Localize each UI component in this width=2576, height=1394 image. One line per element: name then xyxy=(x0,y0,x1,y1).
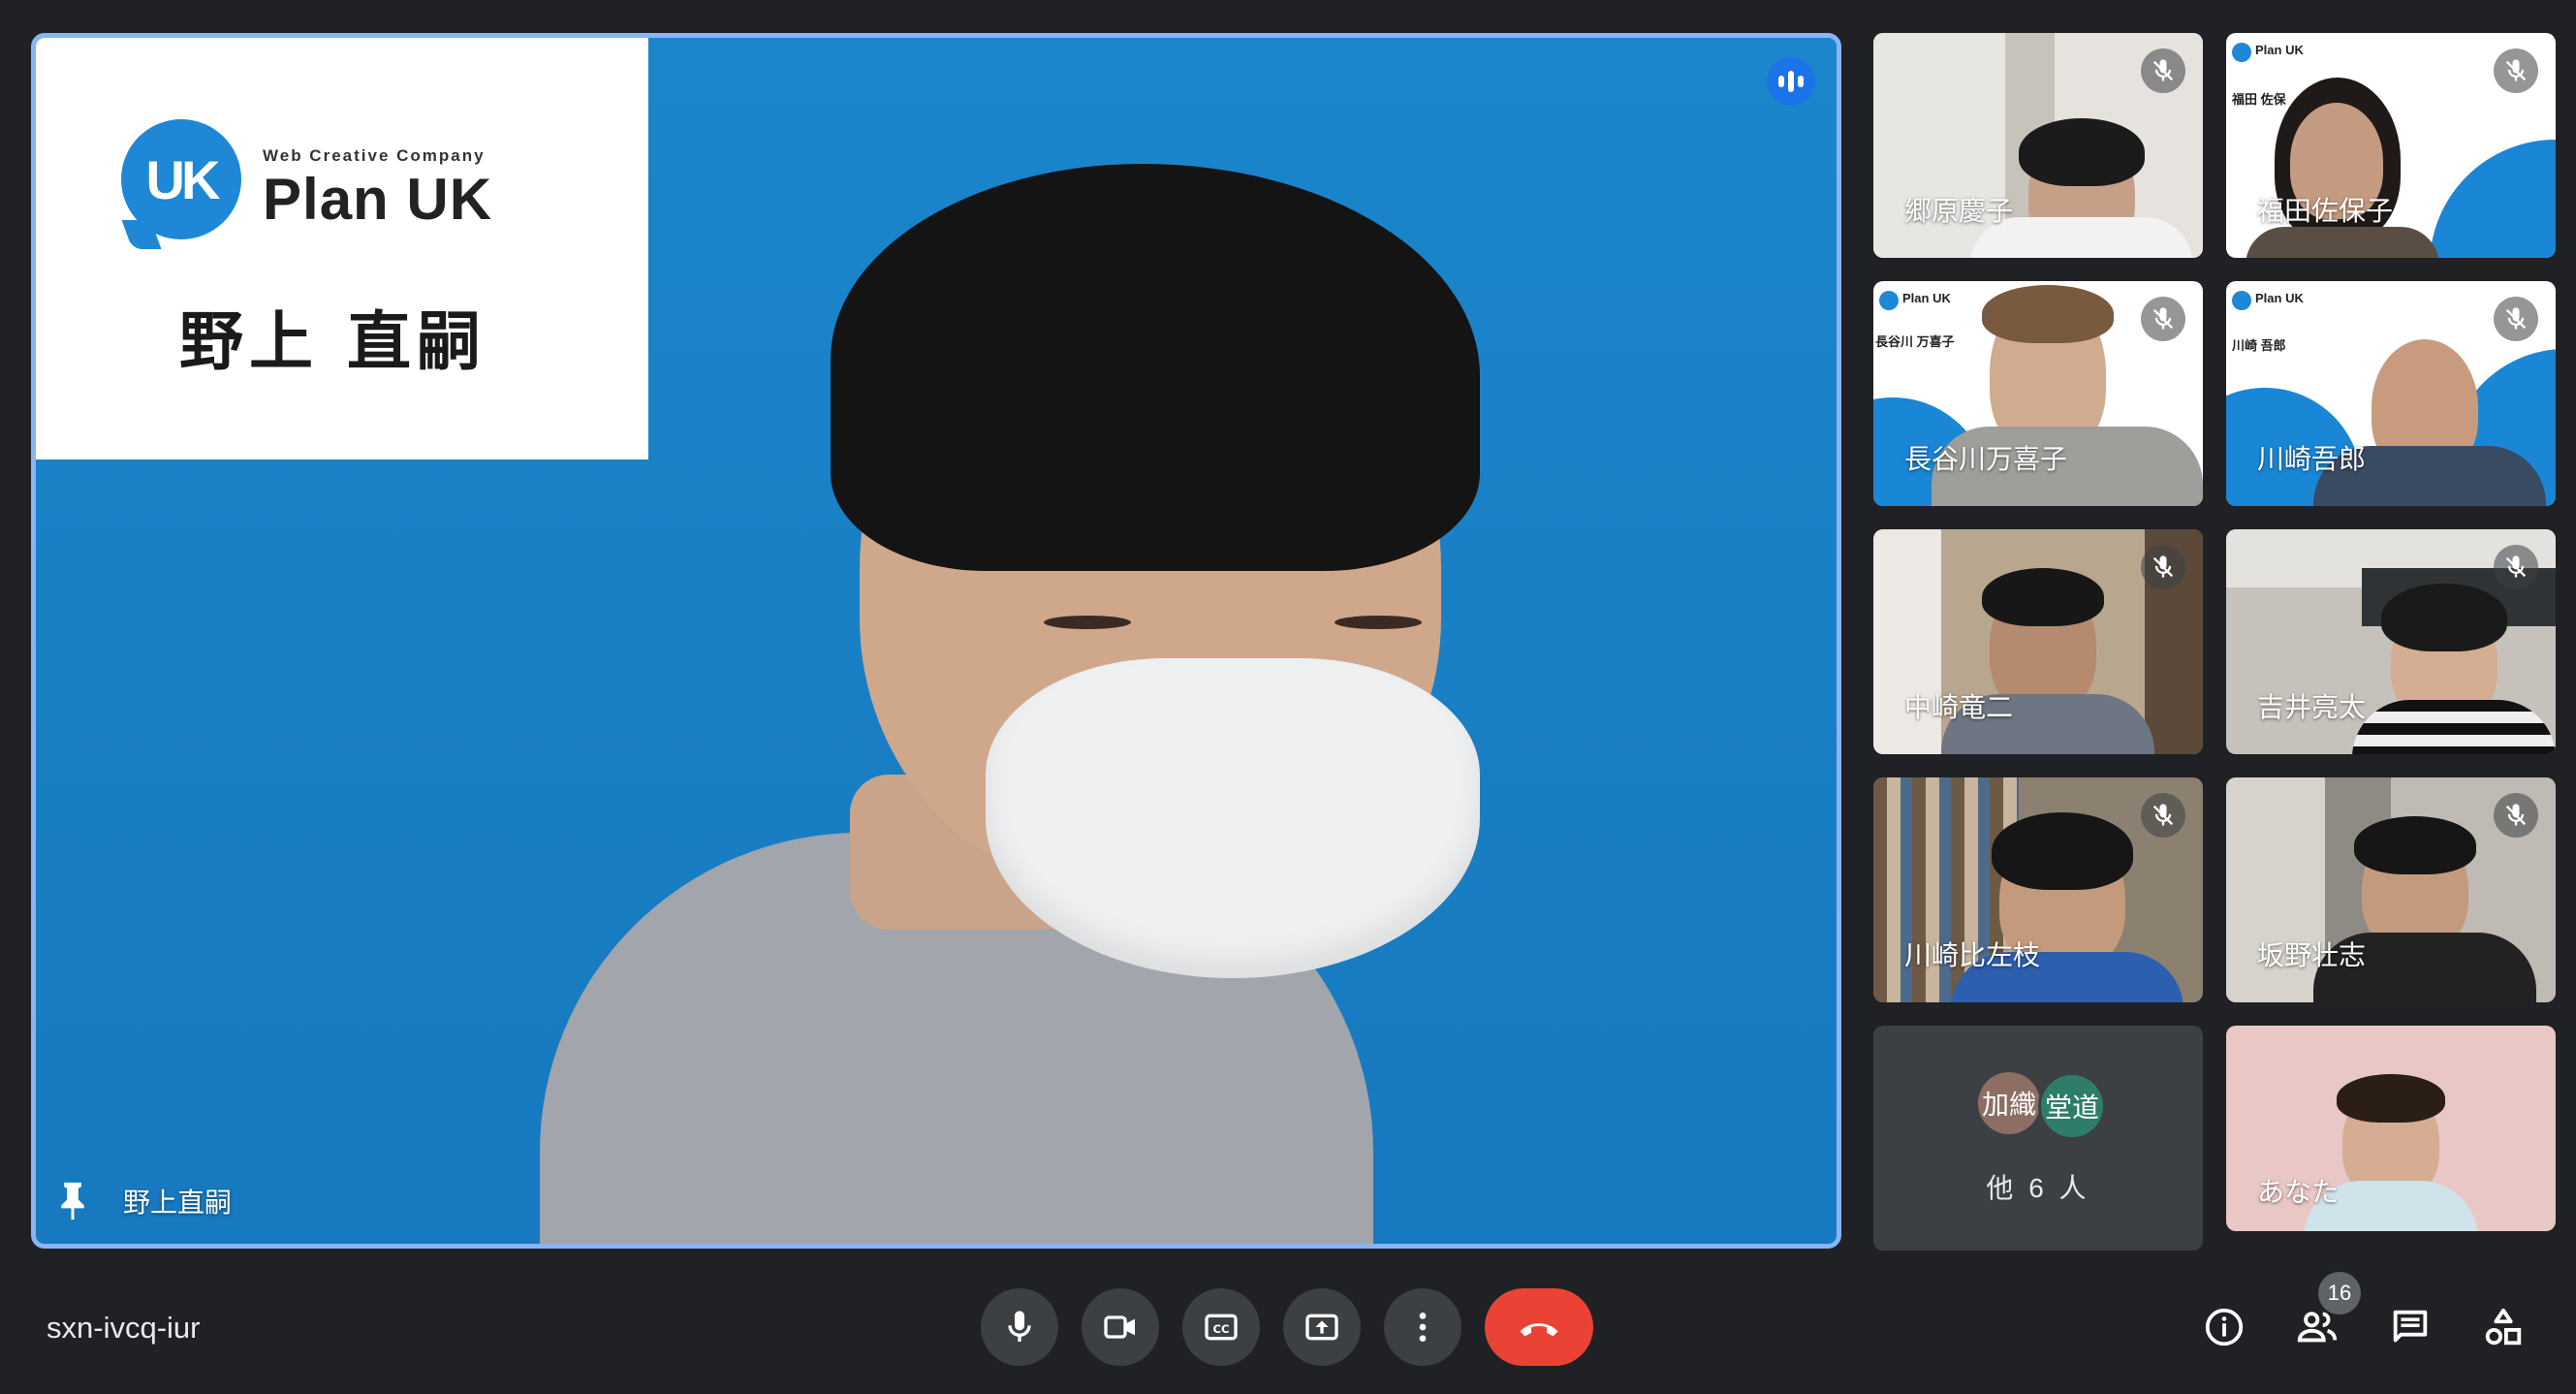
leave-call-button[interactable] xyxy=(1485,1288,1593,1366)
participant-body xyxy=(2352,700,2556,754)
participant-tile[interactable]: Plan UK 長谷川 万喜子 長谷川万喜子 xyxy=(1873,281,2203,506)
logo-brand: Plan UK xyxy=(263,167,493,232)
bg-arc xyxy=(2430,140,2556,258)
mic-off-icon xyxy=(2141,545,2185,589)
captions-icon: CC xyxy=(1205,1314,1238,1341)
participant-name: 吉井亮太 xyxy=(2257,692,2367,722)
info-icon xyxy=(2205,1308,2244,1346)
participant-hair xyxy=(2019,118,2145,186)
avatar: 堂道 xyxy=(2038,1072,2106,1140)
mic-off-icon xyxy=(2494,297,2538,341)
participant-name: 長谷川万喜子 xyxy=(1904,444,2068,474)
mic-off-icon xyxy=(2141,297,2185,341)
meeting-code: sxn-ivcq-iur xyxy=(47,1311,201,1345)
participant-tile[interactable]: Plan UK 川崎 吾郎 川崎吾郎 xyxy=(2226,281,2556,506)
plan-uk-logo: UK xyxy=(121,119,241,239)
mic-off-icon xyxy=(2141,793,2185,838)
meeting-info-button[interactable] xyxy=(2200,1303,2248,1351)
speaking-indicator-icon xyxy=(1767,57,1815,106)
mic-button[interactable] xyxy=(981,1288,1058,1366)
participant-name: 坂野壮志 xyxy=(2257,940,2367,970)
more-options-button[interactable] xyxy=(1384,1288,1461,1366)
logo-tagline: Web Creative Company xyxy=(263,146,486,165)
participant-hair xyxy=(1992,812,2133,890)
self-tile[interactable]: あなた xyxy=(2226,1026,2556,1231)
captions-button[interactable]: CC xyxy=(1182,1288,1260,1366)
mic-off-icon xyxy=(2494,48,2538,93)
logo-letters: UK xyxy=(145,148,221,210)
card-person-name: 野上 直嗣 xyxy=(179,304,487,379)
activities-icon xyxy=(2485,1308,2522,1346)
speaker-eyes xyxy=(1044,616,1441,635)
main-speaker-tile[interactable]: UK Web Creative Company Plan UK 野上 直嗣 野上… xyxy=(31,33,1841,1249)
participant-tile[interactable]: Plan UK 福田 佐保 福田佐保子 xyxy=(2226,33,2556,258)
svg-text:CC: CC xyxy=(1212,1322,1229,1336)
participant-hair xyxy=(2381,584,2507,651)
more-vert-icon xyxy=(1419,1313,1427,1342)
mini-card-name: 福田 佐保 xyxy=(2232,92,2286,107)
call-end-icon xyxy=(1520,1323,1558,1337)
mini-card-name: 長谷川 万喜子 xyxy=(1875,334,1955,349)
mini-card-name: 川崎 吾郎 xyxy=(2232,338,2286,353)
self-name: あなた xyxy=(2257,1177,2340,1207)
participant-tile[interactable]: 坂野壮志 xyxy=(2226,777,2556,1002)
mini-brand: Plan UK xyxy=(1902,291,1951,305)
mic-icon xyxy=(1008,1311,1031,1342)
mini-brand: Plan UK xyxy=(2255,291,2304,305)
present-button[interactable] xyxy=(1283,1288,1361,1366)
mini-logo xyxy=(1879,291,1899,310)
activities-button[interactable] xyxy=(2479,1303,2528,1351)
present-icon xyxy=(1305,1314,1338,1341)
mini-logo xyxy=(2232,43,2251,62)
chat-icon xyxy=(2393,1310,2428,1343)
name-card: UK Web Creative Company Plan UK 野上 直嗣 xyxy=(36,38,648,459)
participant-hair xyxy=(1982,285,2114,343)
others-count-label: 他 6 人 xyxy=(1986,1173,2090,1203)
main-speaker-name: 野上直嗣 xyxy=(123,1188,233,1218)
participant-hair xyxy=(1982,568,2104,626)
mini-logo xyxy=(2232,291,2251,310)
chat-button[interactable] xyxy=(2386,1303,2435,1351)
participant-name: 川崎比左枝 xyxy=(1904,940,2041,970)
participant-tile[interactable]: 中崎竜二 xyxy=(1873,529,2203,754)
camera-button[interactable] xyxy=(1082,1288,1159,1366)
speaker-mask xyxy=(986,658,1480,978)
people-count-badge: 16 xyxy=(2318,1272,2361,1315)
mic-off-icon xyxy=(2141,48,2185,93)
avatar: 加織 xyxy=(1978,1072,2040,1134)
participant-name: 中崎竜二 xyxy=(1904,692,2014,722)
participant-tile[interactable]: 川崎比左枝 xyxy=(1873,777,2203,1002)
participant-body xyxy=(2246,227,2439,258)
camera-icon xyxy=(1104,1315,1135,1339)
participant-tile[interactable]: 吉井亮太 xyxy=(2226,529,2556,754)
mic-off-icon xyxy=(2494,793,2538,838)
participant-name: 福田佐保子 xyxy=(2257,196,2394,226)
others-tile[interactable]: 加織 堂道 他 6 人 xyxy=(1873,1026,2203,1251)
participant-name: 川崎吾郎 xyxy=(2257,444,2367,474)
mini-brand: Plan UK xyxy=(2255,43,2304,57)
mic-off-icon xyxy=(2494,545,2538,589)
participant-hair xyxy=(2354,816,2476,874)
self-hair xyxy=(2337,1074,2445,1123)
pin-icon[interactable] xyxy=(55,1180,90,1222)
participant-tile[interactable]: 郷原慶子 xyxy=(1873,33,2203,258)
participant-name: 郷原慶子 xyxy=(1904,196,2014,226)
